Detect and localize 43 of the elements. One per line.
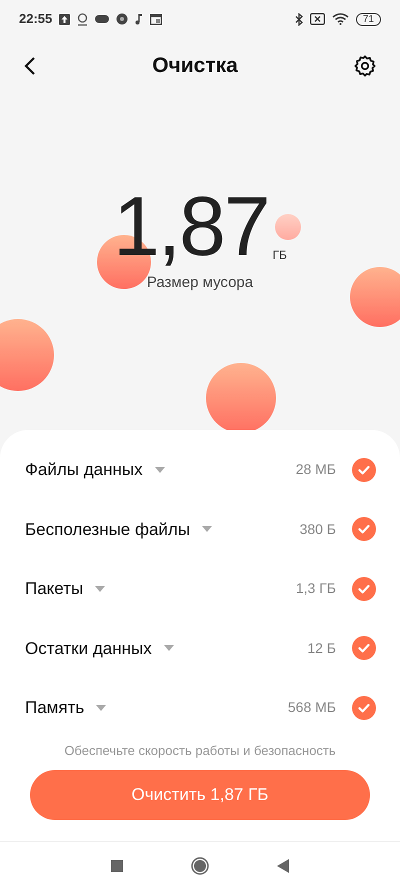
back-nav-icon[interactable] [277, 858, 289, 872]
wifi-icon [332, 13, 349, 25]
settings-icon[interactable] [354, 55, 376, 77]
back-icon[interactable] [24, 56, 36, 76]
dropdown-icon[interactable] [95, 586, 106, 592]
window-icon [150, 14, 162, 24]
category-size: 28 МБ [296, 460, 336, 480]
dropdown-icon[interactable] [96, 704, 106, 711]
recents-icon[interactable] [111, 860, 123, 872]
category-label[interactable]: Память [25, 695, 84, 720]
sim-icon [310, 13, 325, 25]
bubble [206, 363, 276, 433]
bubble [350, 267, 400, 327]
page-title: Очистка [152, 53, 238, 80]
checkbox[interactable] [352, 576, 376, 601]
category-size: 380 Б [300, 520, 336, 539]
checkbox[interactable] [352, 636, 376, 660]
category-label[interactable]: Остатки данных [25, 636, 152, 661]
dropdown-icon[interactable] [164, 645, 174, 652]
music-icon [135, 13, 144, 25]
ball-icon [116, 13, 128, 25]
battery-indicator: 71 [356, 12, 381, 26]
category-size: 568 МБ [288, 698, 336, 718]
junk-size-unit: ГБ [272, 247, 287, 264]
dropdown-icon[interactable] [154, 466, 165, 473]
junk-size-caption: Размер мусора [146, 273, 254, 293]
bubble [0, 319, 54, 391]
junk-size-value: 1,87 [113, 186, 269, 266]
checkbox[interactable] [352, 517, 376, 542]
category-label[interactable]: Файлы данных [25, 457, 143, 482]
upload-icon [59, 14, 70, 24]
category-label[interactable]: Пакеты [25, 576, 84, 602]
bubble [275, 214, 301, 240]
home-icon[interactable] [191, 856, 209, 874]
status-time: 22:55 [19, 10, 52, 28]
dropdown-icon[interactable] [202, 526, 212, 532]
hint-text: Обеспечьте скорость работы и безопасность [63, 742, 337, 760]
category-size: 1,3 ГБ [296, 579, 336, 598]
bluetooth-icon [294, 12, 303, 26]
category-label[interactable]: Бесполезные файлы [25, 516, 190, 542]
checkbox[interactable] [352, 696, 376, 720]
checkbox[interactable] [352, 458, 376, 482]
category-size: 12 Б [307, 638, 336, 658]
